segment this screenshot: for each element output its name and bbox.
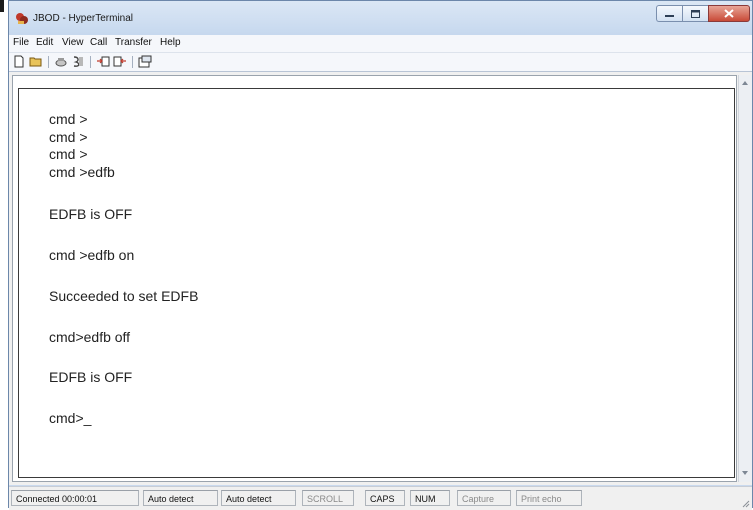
minimize-button[interactable] [656,5,682,22]
menu-edit[interactable]: Edit [36,37,53,48]
disconnect-icon[interactable] [71,55,85,68]
close-icon [724,9,734,18]
window-controls [656,5,750,23]
scroll-down-icon[interactable] [742,471,748,475]
new-icon[interactable] [12,55,26,68]
menu-file[interactable]: File [13,37,29,48]
status-print-echo: Print echo [516,490,582,506]
status-scroll: SCROLL [302,490,354,506]
terminal-line: cmd>_ [49,410,92,426]
window-title: JBOD - HyperTerminal [33,13,134,24]
terminal-line: cmd >edfb on [49,247,135,263]
work-area: cmd > cmd > cmd > cmd >edfb EDFB is OFF … [9,72,752,485]
terminal-line: cmd>edfb off [49,329,131,345]
terminal-screen[interactable]: cmd > cmd > cmd > cmd >edfb EDFB is OFF … [18,88,735,478]
status-capture: Capture [457,490,511,506]
status-detect-2: Auto detect [221,490,296,506]
title-bar[interactable]: JBOD - HyperTerminal [9,1,752,35]
terminal-line: cmd >edfb [49,164,115,180]
menu-transfer[interactable]: Transfer [115,37,152,48]
status-caps: CAPS [365,490,405,506]
background-window-edge [0,0,4,12]
toolbar-separator [90,56,91,68]
scroll-up-icon[interactable] [742,81,748,85]
receive-icon[interactable] [113,55,127,68]
toolbar [9,53,752,72]
terminal-line: EDFB is OFF [49,369,133,385]
terminal-line: cmd > [49,111,88,127]
minimize-icon [665,14,674,17]
hyperterminal-window: JBOD - HyperTerminal File Edit View Call… [8,0,753,510]
background-window-fragment [0,0,8,508]
terminal-line: cmd > [49,129,88,145]
maximize-button[interactable] [682,5,708,22]
toolbar-separator [132,56,133,68]
open-icon[interactable] [29,55,43,68]
send-icon[interactable] [96,55,110,68]
terminal-line: cmd > [49,146,88,162]
menu-view[interactable]: View [62,37,84,48]
terminal-line: Succeeded to set EDFB [49,288,199,304]
properties-icon[interactable] [138,55,152,68]
hyperterminal-icon[interactable] [15,12,29,26]
status-num: NUM [410,490,450,506]
maximize-icon [691,9,700,18]
status-bar: Connected 00:00:01 Auto detect Auto dete… [9,486,752,510]
status-detect-1: Auto detect [143,490,218,506]
call-icon[interactable] [54,55,68,68]
menu-help[interactable]: Help [160,37,181,48]
terminal-line: EDFB is OFF [49,206,133,222]
menu-bar: File Edit View Call Transfer Help [9,35,752,53]
toolbar-separator [48,56,49,68]
menu-call[interactable]: Call [90,37,107,48]
terminal-panel[interactable]: cmd > cmd > cmd > cmd >edfb EDFB is OFF … [12,75,737,482]
close-button[interactable] [708,5,750,22]
resize-grip-icon[interactable] [740,498,750,508]
status-connected: Connected 00:00:01 [11,490,139,506]
vertical-scrollbar[interactable] [738,75,752,482]
